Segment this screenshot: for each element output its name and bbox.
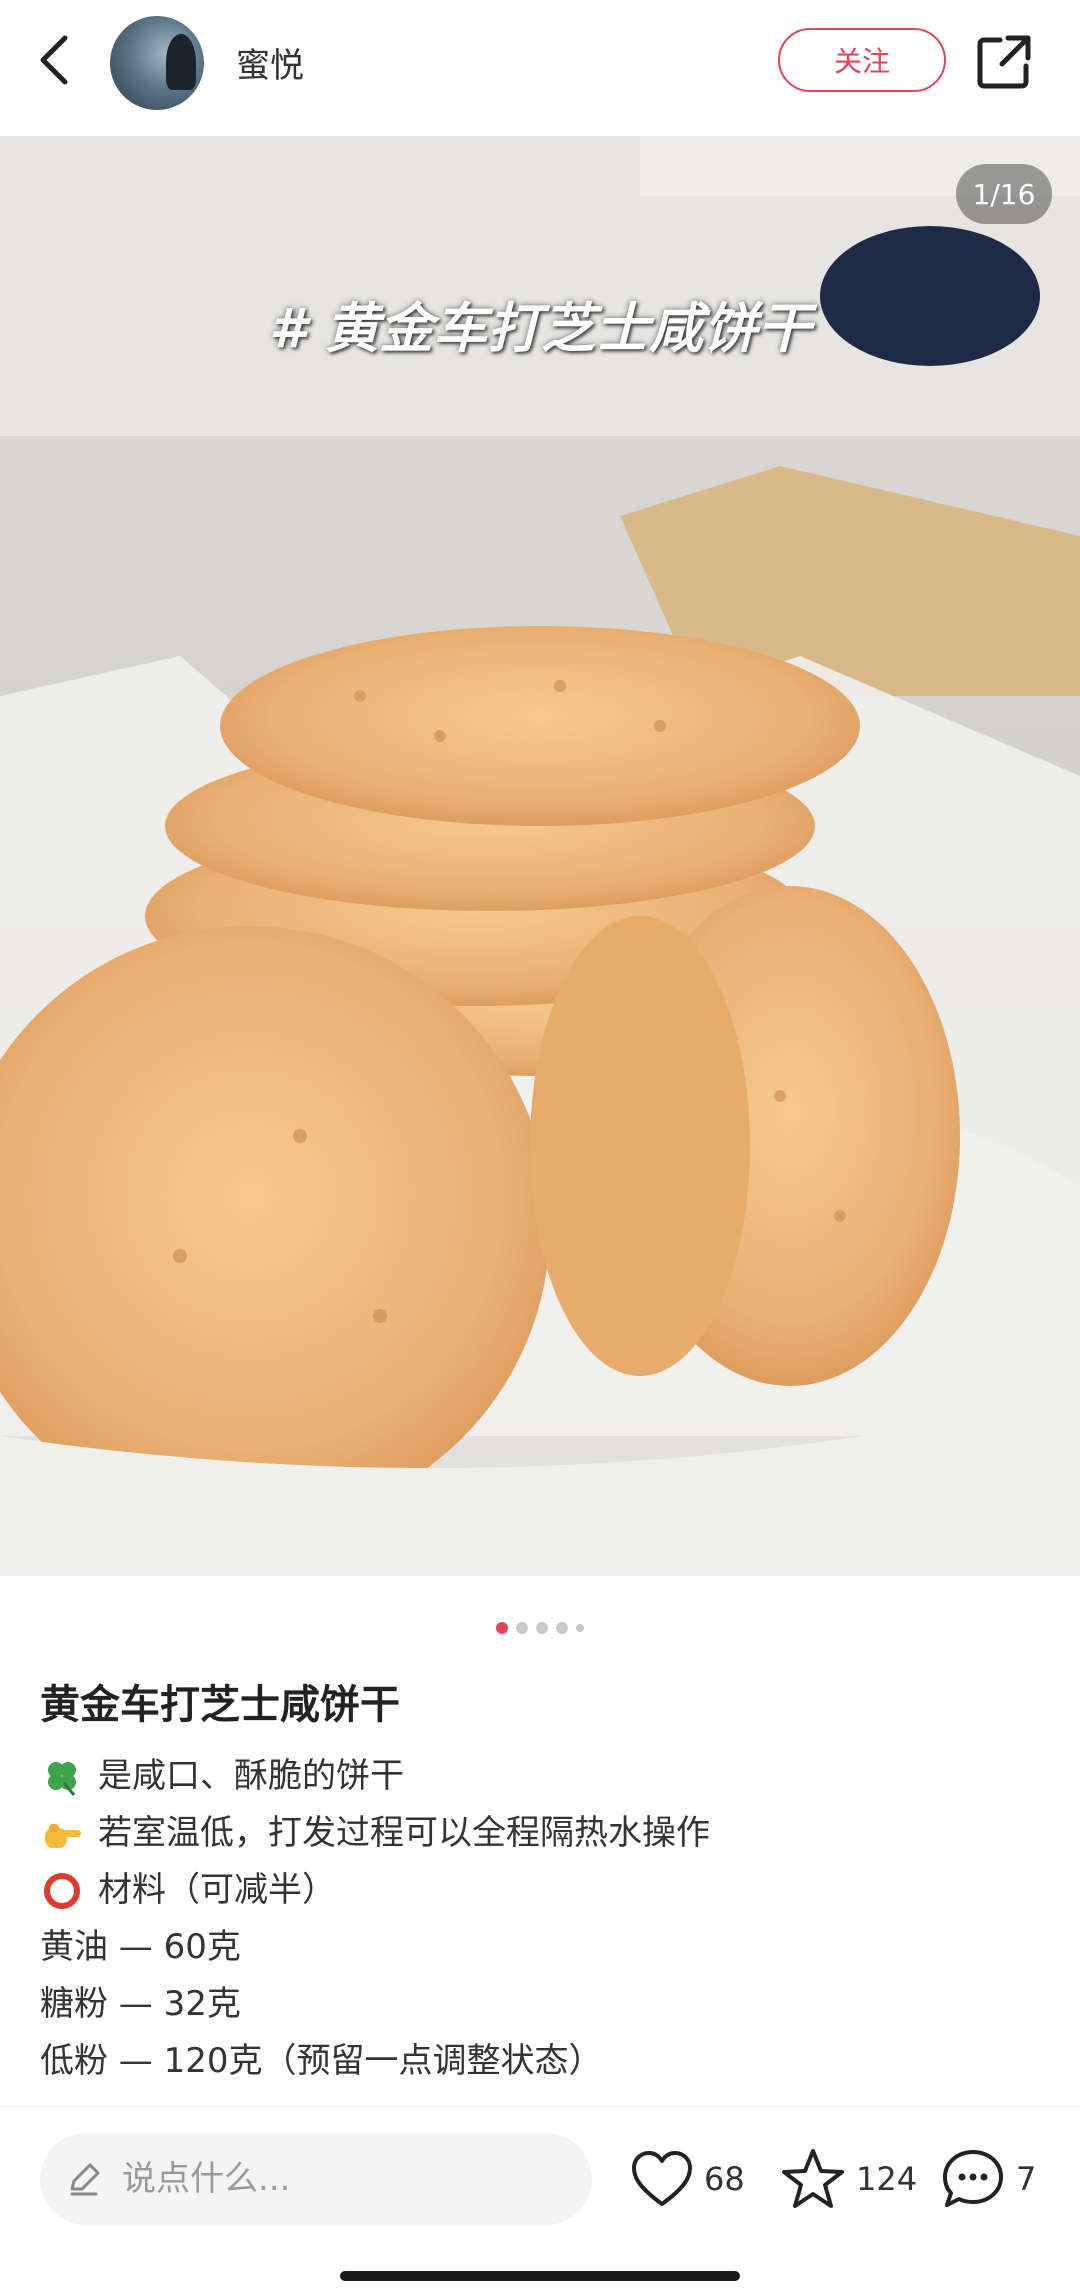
- share-button[interactable]: [974, 32, 1034, 92]
- post-line: 低粉 — 120克（预留一点调整状态）: [40, 2033, 1040, 2090]
- pagination-dot-active: [496, 1622, 508, 1634]
- pointing-hand-icon: [40, 1812, 84, 1856]
- pagination-dot: [516, 1622, 528, 1634]
- post-line: 是咸口、酥脆的饼干: [40, 1748, 1040, 1805]
- post-line: 糖粉 — 32克: [40, 1976, 1040, 2033]
- post-line-text: 若室温低，打发过程可以全程隔热水操作: [98, 1813, 710, 1853]
- post-line: 黄油 — 60克: [40, 1919, 1040, 1976]
- heart-icon: [632, 2151, 692, 2206]
- avatar[interactable]: [110, 16, 204, 110]
- red-circle-icon: [40, 1869, 84, 1913]
- comment-count: 7: [1016, 2160, 1037, 2198]
- post-image[interactable]: 1/16 # 黄金车打芝士咸饼干: [0, 136, 1080, 1576]
- favorite-button[interactable]: 124: [780, 2139, 917, 2219]
- follow-button[interactable]: 关注: [778, 28, 946, 92]
- share-icon: [977, 35, 1031, 89]
- post-line-text: 糖粉 — 32克: [40, 1984, 241, 2024]
- post-line-text: 是咸口、酥脆的饼干: [98, 1756, 404, 1796]
- bottom-action-bar: 68 124 7: [0, 2106, 1080, 2289]
- post-title: 黄金车打芝士咸饼干: [40, 1682, 400, 1728]
- home-indicator: [340, 2271, 740, 2281]
- back-button[interactable]: [30, 28, 78, 92]
- post-line-text: 材料（可减半）: [98, 1870, 336, 1910]
- pagination-dot: [576, 1624, 584, 1632]
- star-icon: [782, 2149, 844, 2208]
- post-line-text: 低粉 — 120克（预留一点调整状态）: [40, 2041, 603, 2081]
- image-counter: 1/16: [956, 164, 1052, 224]
- post-line-text: 黄油 — 60克: [40, 1927, 241, 1967]
- like-count: 68: [704, 2160, 745, 2198]
- pencil-icon: [70, 2163, 100, 2196]
- chevron-left-icon: [40, 35, 68, 85]
- comment-button[interactable]: 7: [940, 2139, 1036, 2219]
- author-name[interactable]: 蜜悦: [236, 38, 304, 87]
- post-line: 材料（可减半）: [40, 1862, 1040, 1919]
- favorite-count: 124: [856, 2160, 918, 2198]
- image-pagination: [0, 1622, 1080, 1634]
- like-button[interactable]: 68: [630, 2139, 745, 2219]
- image-overlay-title: # 黄金车打芝士咸饼干: [268, 297, 812, 360]
- comment-bubble-icon: [943, 2150, 1003, 2207]
- pagination-dot: [536, 1622, 548, 1634]
- pagination-dot: [556, 1622, 568, 1634]
- clover-icon: [40, 1755, 84, 1799]
- post-body: 是咸口、酥脆的饼干 若室温低，打发过程可以全程隔热水操作 材料（可减半） 黄油 …: [40, 1748, 1040, 2090]
- post-line: 若室温低，打发过程可以全程隔热水操作: [40, 1805, 1040, 1862]
- comment-input-box[interactable]: [40, 2133, 592, 2225]
- top-bar: 蜜悦 关注: [0, 0, 1080, 136]
- comment-input[interactable]: [120, 2158, 524, 2200]
